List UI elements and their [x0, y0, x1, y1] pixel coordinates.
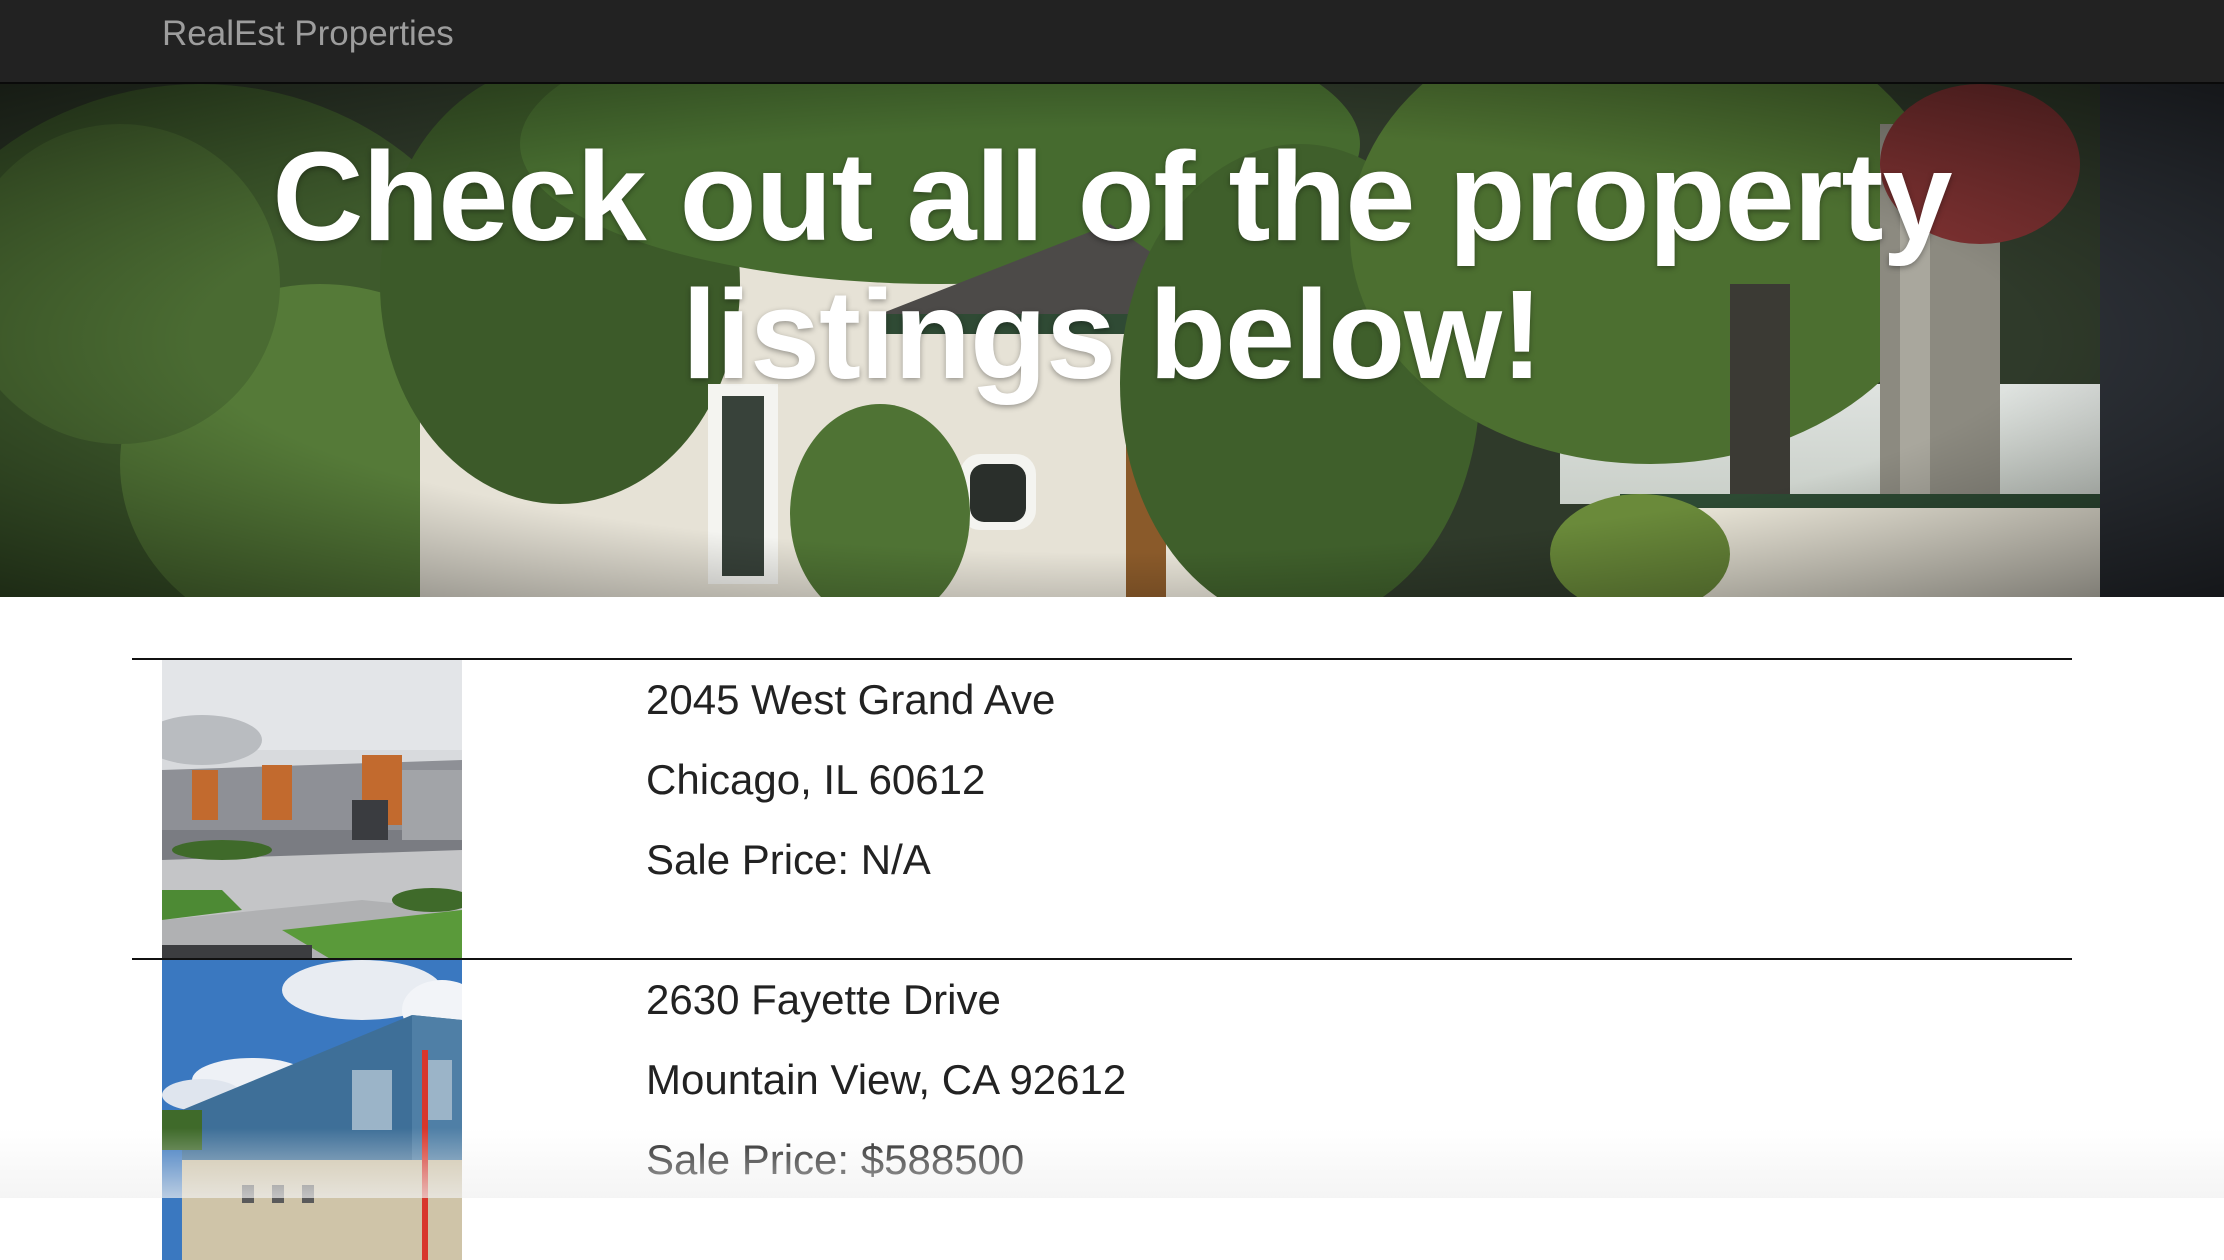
- listing-item[interactable]: 2045 West Grand Ave Chicago, IL 60612 Sa…: [132, 658, 2072, 960]
- listing-info: 2630 Fayette Drive Mountain View, CA 926…: [646, 960, 1126, 1200]
- listing-thumbnail[interactable]: [162, 660, 462, 960]
- listing-price: Sale Price: $588500: [646, 1136, 1025, 1183]
- hero-title-line-1: Check out all of the property: [272, 126, 1952, 267]
- hero-title: Check out all of the property listings b…: [0, 128, 2224, 404]
- listing-city-state-zip: Chicago, IL 60612: [646, 756, 986, 803]
- listing-price: Sale Price: N/A: [646, 836, 931, 883]
- listing-item[interactable]: 2630 Fayette Drive Mountain View, CA 926…: [132, 958, 2072, 1260]
- listing-thumbnail[interactable]: [162, 960, 462, 1260]
- brand-link[interactable]: RealEst Properties: [162, 14, 454, 54]
- listing-address: 2630 Fayette Drive: [646, 976, 1001, 1023]
- listings-list: 2045 West Grand Ave Chicago, IL 60612 Sa…: [132, 658, 2072, 1260]
- listing-address: 2045 West Grand Ave: [646, 676, 1056, 723]
- hero-title-line-2: listings below!: [681, 264, 1543, 405]
- hero-banner: Check out all of the property listings b…: [0, 84, 2224, 597]
- listing-city-state-zip: Mountain View, CA 92612: [646, 1056, 1127, 1103]
- listing-info: 2045 West Grand Ave Chicago, IL 60612 Sa…: [646, 660, 1055, 900]
- navbar: RealEst Properties: [0, 0, 2224, 84]
- modern-industrial-building-photo: [162, 660, 462, 960]
- blue-warehouse-building-photo: [162, 960, 462, 1260]
